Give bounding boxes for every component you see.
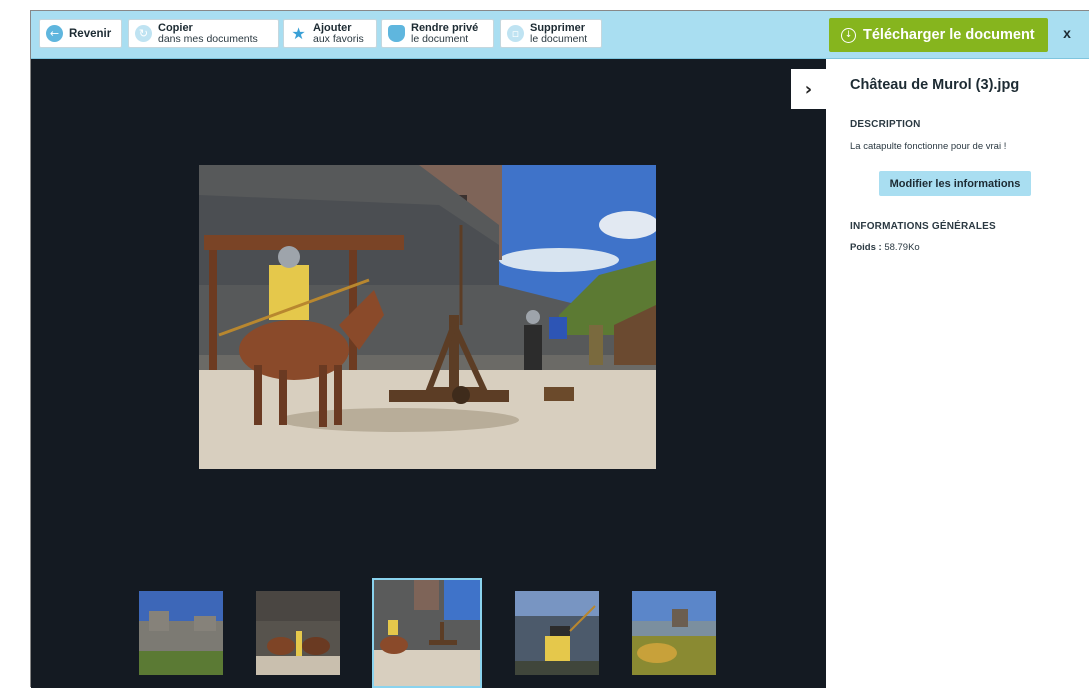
main-photo	[199, 165, 656, 469]
castle-ruins-thumbnail	[139, 591, 223, 675]
back-button[interactable]: ← Revenir	[39, 19, 122, 48]
download-document-button[interactable]: ↓ Télécharger le document	[829, 18, 1048, 52]
weight-label: Poids :	[850, 242, 882, 253]
knights-horses-thumbnail	[256, 591, 340, 675]
toolbar: ← Revenir ↻ Copier dans mes documents ★ …	[31, 11, 1089, 59]
catapult-thumbnail	[374, 580, 480, 686]
thumbnail-3-active[interactable]	[372, 578, 482, 688]
thumbnail-2[interactable]	[256, 591, 340, 675]
archer-thumbnail	[515, 591, 599, 675]
lock-icon	[388, 25, 405, 42]
arrow-left-icon: ←	[46, 25, 63, 42]
edit-information-button[interactable]: Modifier les informations	[879, 171, 1031, 196]
trash-icon: ▫	[507, 25, 524, 42]
description-text: La catapulte fonctionne pour de vrai !	[850, 141, 1007, 152]
weight-value: 58.79Ko	[884, 242, 920, 253]
document-title: Château de Murol (3).jpg	[850, 77, 1020, 93]
copy-to-my-documents-button[interactable]: ↻ Copier dans mes documents	[128, 19, 279, 48]
info-panel: Château de Murol (3).jpg DESCRIPTION La …	[826, 59, 1089, 688]
thumbnail-4[interactable]	[515, 591, 599, 675]
copy-icon: ↻	[135, 25, 152, 42]
thumbnail-1[interactable]	[139, 591, 223, 675]
close-button[interactable]: x	[1059, 25, 1075, 45]
toggle-panel-chevron-right-icon[interactable]: ›	[791, 69, 826, 109]
document-viewer-window: ← Revenir ↻ Copier dans mes documents ★ …	[30, 10, 1089, 688]
add-to-favorites-button[interactable]: ★ Ajouter aux favoris	[283, 19, 377, 48]
description-heading: DESCRIPTION	[850, 119, 921, 130]
general-information-heading: INFORMATIONS GÉNÉRALES	[850, 221, 996, 232]
thumbnail-5[interactable]	[632, 591, 716, 675]
star-icon: ★	[291, 24, 306, 43]
delete-document-button[interactable]: ▫ Supprimer le document	[500, 19, 602, 48]
image-viewer: ›	[31, 59, 826, 688]
make-private-button[interactable]: Rendre privé le document	[381, 19, 494, 48]
castle-catapult-photo	[199, 165, 656, 469]
app-frame: ← Revenir ↻ Copier dans mes documents ★ …	[0, 0, 1089, 688]
castle-landscape-thumbnail	[632, 591, 716, 675]
download-icon: ↓	[841, 27, 856, 43]
file-weight: Poids : 58.79Ko	[850, 242, 920, 253]
